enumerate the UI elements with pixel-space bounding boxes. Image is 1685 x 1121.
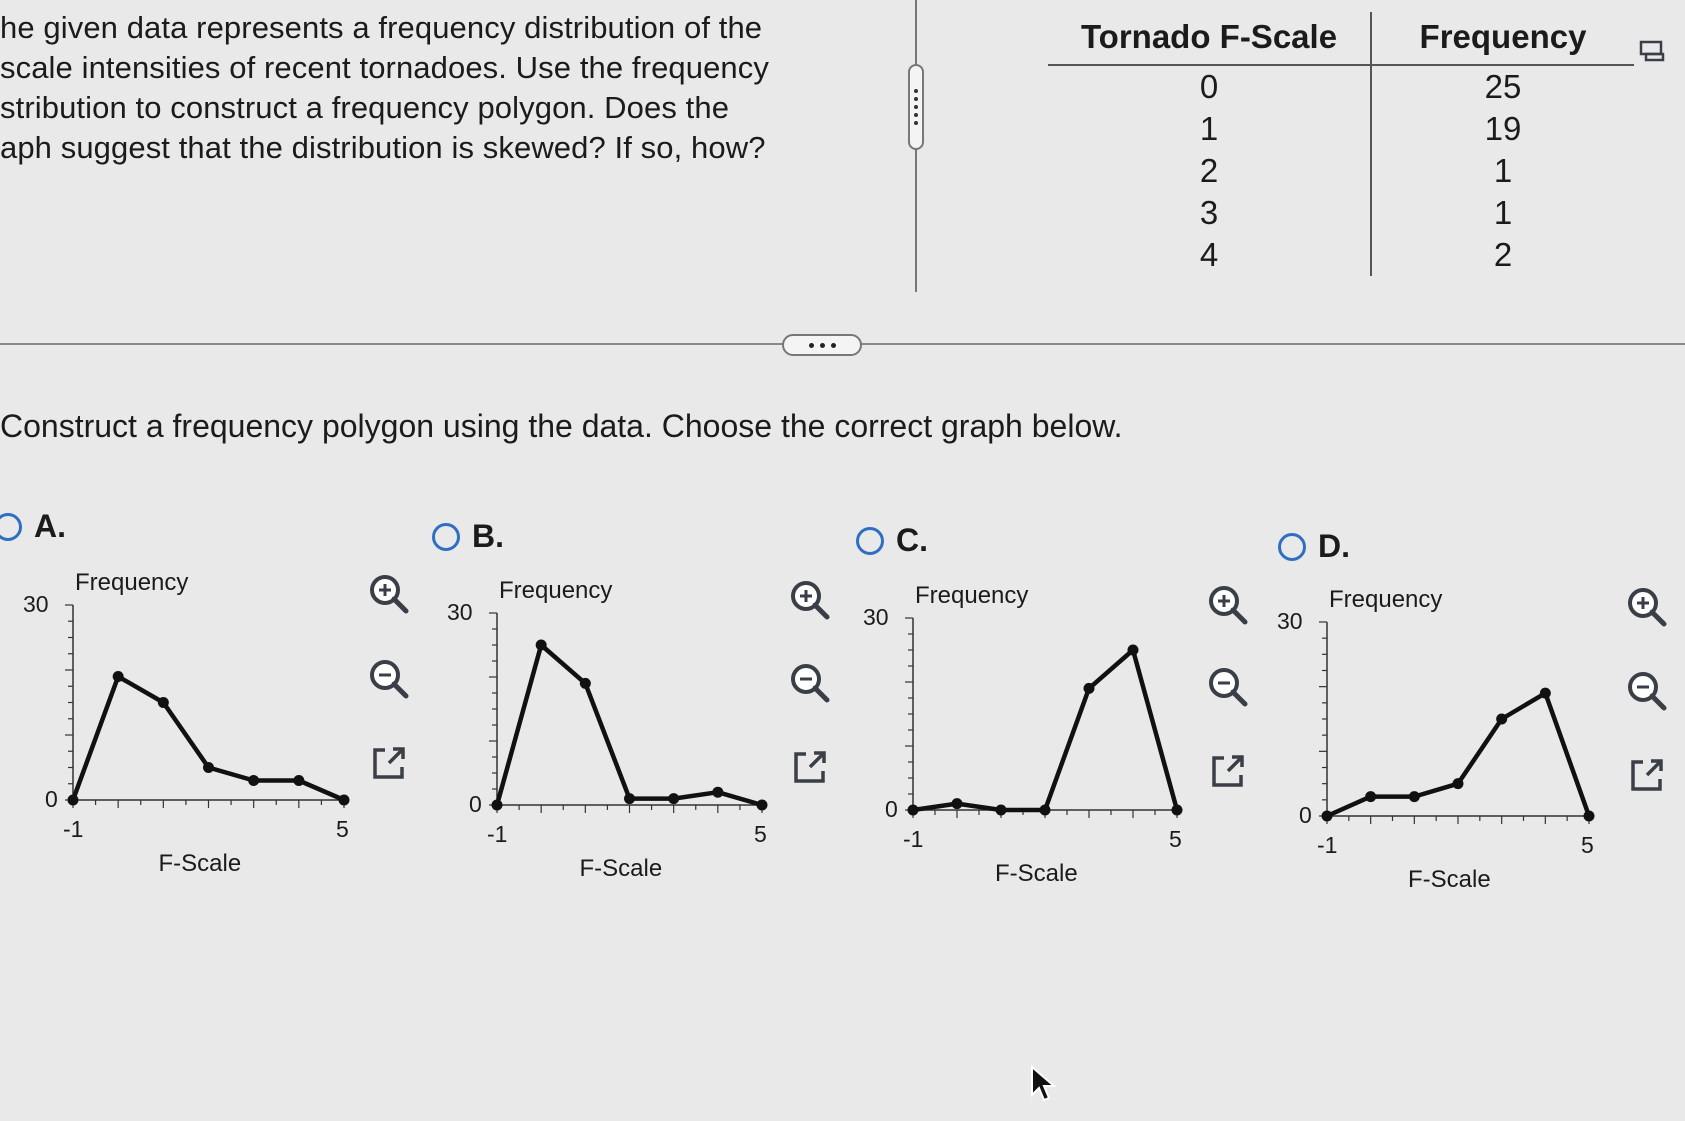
- graph-d: Frequency 30 0 -1 5 F-Scale: [0, 0, 1595, 893]
- data-point: [1365, 791, 1377, 803]
- x-axis-label: F-Scale: [1408, 866, 1491, 893]
- mouse-cursor-icon: [1031, 1065, 1057, 1102]
- zoom-out-icon[interactable]: [366, 656, 412, 702]
- x-tick-label-right: 5: [1581, 832, 1594, 858]
- data-point: [1539, 687, 1551, 699]
- y-axis-label: Frequency: [1329, 586, 1443, 613]
- zoom-out-icon[interactable]: [1624, 668, 1670, 714]
- data-point: [1496, 713, 1508, 725]
- data-point: [1408, 791, 1420, 803]
- y-tick-label-bottom: 0: [1299, 802, 1312, 828]
- frequency-polygon-plot: [1319, 621, 1595, 824]
- data-point: [1583, 810, 1595, 822]
- zoom-in-icon[interactable]: [1205, 582, 1251, 628]
- zoom-out-icon[interactable]: [787, 660, 833, 706]
- zoom-in-icon[interactable]: [366, 571, 412, 617]
- open-external-icon[interactable]: [1205, 748, 1251, 794]
- y-tick-label-top: 30: [1277, 608, 1303, 634]
- zoom-in-icon[interactable]: [787, 577, 833, 623]
- x-tick-label-left: -1: [1317, 832, 1338, 858]
- open-external-icon[interactable]: [366, 740, 412, 786]
- data-point: [1321, 810, 1333, 822]
- open-external-icon[interactable]: [787, 744, 833, 790]
- data-point: [1452, 778, 1464, 790]
- zoom-out-icon[interactable]: [1205, 664, 1251, 710]
- open-external-icon[interactable]: [1624, 752, 1670, 798]
- zoom-in-icon[interactable]: [1624, 584, 1670, 630]
